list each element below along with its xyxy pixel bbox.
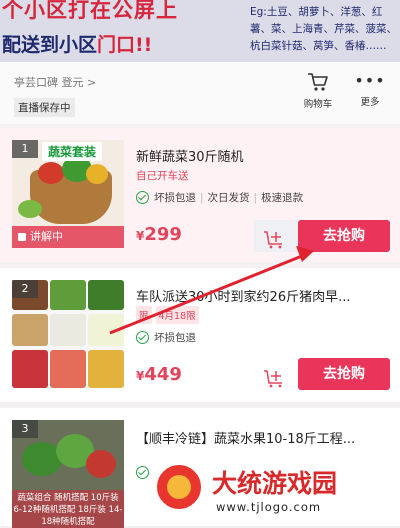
produce-graphic [12,350,48,388]
more-button[interactable]: ••• 更多 [352,71,388,109]
check-circle-icon [136,466,149,479]
product-card-1[interactable]: 1 蔬菜套装 讲解中 新鲜蔬菜30斤随机 自己开车送 坏损包退 | 次日发货 |… [0,128,400,262]
produce-graphic [88,280,124,310]
service-item: 坏损包退 [154,192,196,204]
produce-graphic [86,450,116,478]
thumb-label: 蔬菜套装 [42,142,103,161]
add-to-cart-icon[interactable] [262,367,288,389]
service-item: 极速退款 [261,192,304,204]
check-circle-icon [136,191,149,204]
product-title[interactable]: 车队派送30小时到家约26斤猪肉早... [136,286,390,305]
promo-tag: 4月18限 [155,306,199,324]
price: ¥299 [136,224,182,245]
banner-line-2: 配送到小区门口!! [2,30,152,57]
produce-graphic [50,350,86,388]
produce-graphic [88,314,124,346]
produce-graphic [12,314,48,346]
service-item: 次日发货 [207,192,250,204]
divider: | [200,191,204,204]
produce-graphic [50,280,86,310]
promo-tag: 限 [136,306,152,324]
more-dots-icon: ••• [354,71,386,90]
cart-label: 购物车 [303,99,333,110]
product-image-2[interactable]: 2 [12,280,124,388]
promo-tags: 限 4月18限 [136,306,199,324]
service-list: 坏损包退 | 次日发货 | 极速退款 [136,190,303,205]
vegetable-graphic [86,164,108,184]
product-image-1[interactable]: 1 蔬菜套装 讲解中 [12,140,124,248]
add-to-cart-icon[interactable] [262,228,288,250]
product-title[interactable]: 新鲜蔬菜30斤随机 [136,146,390,165]
explaining-ribbon: 讲解中 [12,226,124,248]
site-watermark: 大统游戏园 www.tjlogo.com [150,458,400,526]
banner-example-list: Eg:土豆、胡萝卜、洋葱、红薯、菜、上海青、芹菜、菠菜、杭白菜针菇、莴笋、香椿…… [250,6,397,52]
banner-line-1: 个小区打在公屏上 [2,0,178,22]
vegetable-graphic [38,162,64,184]
produce-graphic [50,314,86,346]
price-value: 449 [144,364,182,385]
buy-now-button[interactable]: 去抢购 [298,220,390,252]
banner-line-2-main: 配送到小区 [2,34,98,56]
shopping-cart-icon [308,73,328,91]
price: ¥449 [136,364,182,385]
shop-header: 亭芸口碑 登元 > 直播保存中 购物车 ••• 更多 [0,62,400,124]
product-image-3[interactable]: 3 蔬菜组合 随机搭配 10斤装 6-12种随机搭配 18斤装 14-18种随机… [12,420,124,528]
price-value: 299 [144,224,182,245]
thumb-caption: 蔬菜组合 随机搭配 10斤装 6-12种随机搭配 18斤装 14-18种随机搭配 [12,490,124,528]
product-card-2[interactable]: 2 车队派送30小时到家约26斤猪肉早... 限 4月18限 坏损包退 ¥449… [0,268,400,402]
watermark-logo-icon [154,462,204,512]
banner-line-2-highlight: 门口!! [97,34,153,56]
rank-badge: 3 [12,420,38,438]
delivery-tag: 自己开车送 [136,170,189,182]
divider: | [253,191,258,204]
more-label: 更多 [360,97,380,108]
service-item: 坏损包退 [154,332,196,344]
check-circle-icon [136,331,149,344]
vegetable-graphic [18,200,42,218]
produce-graphic [88,350,124,388]
rank-badge: 1 [12,140,38,158]
buy-now-button[interactable]: 去抢购 [298,358,390,390]
top-banner: 个小区打在公屏上 配送到小区门口!! Eg:土豆、胡萝卜、洋葱、红薯、菜、上海青… [0,0,400,62]
watermark-name: 大统游戏园 [212,469,338,498]
rank-badge: 2 [12,280,38,298]
watermark-url: www.tjlogo.com [216,500,322,514]
live-status-tag: 直播保存中 [14,98,75,117]
product-title[interactable]: 【顺丰冷链】蔬菜水果10-18斤工程... [136,428,390,447]
store-name-link[interactable]: 亭芸口碑 登元 > [14,74,96,90]
cart-button[interactable]: 购物车 [297,72,339,110]
service-list: 坏损包退 [136,330,196,345]
